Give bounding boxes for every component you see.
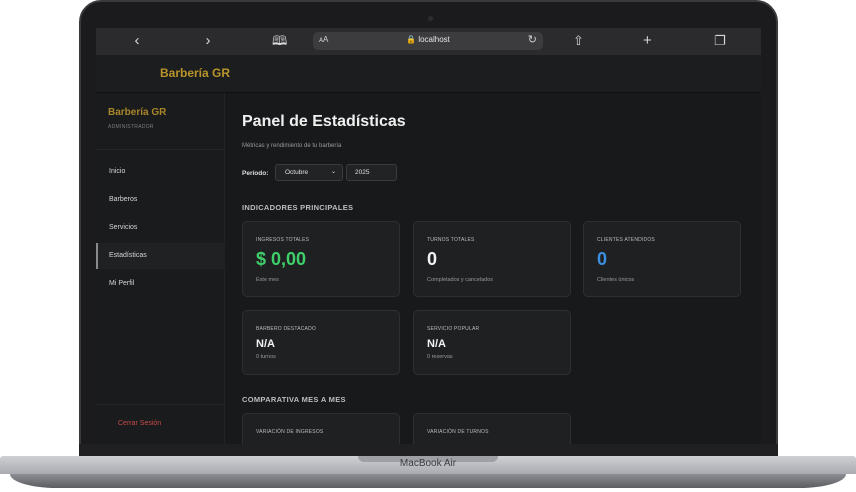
new-tab-icon[interactable]: + — [643, 33, 652, 49]
card-servicio-popular: SERVICIO POPULAR N/A 0 reservas — [413, 310, 571, 375]
forward-icon[interactable]: › — [199, 33, 217, 49]
sidebar-item-barberos[interactable]: Barberos — [96, 187, 225, 213]
section-title-indicators: INDICADORES PRINCIPALES — [242, 203, 354, 212]
card-barbero-destacado: BARBERO DESTACADO N/A 0 turnos — [242, 310, 400, 375]
app-header: Barbería GR — [96, 55, 761, 93]
period-label: Período: — [242, 170, 269, 177]
sidebar-item-estadisticas[interactable]: Estadísticas — [96, 243, 225, 269]
chevron-down-icon: ⌄ — [330, 169, 336, 175]
page-title: Panel de Estadísticas — [242, 113, 406, 130]
model-label: MacBook Air — [399, 458, 457, 469]
back-icon[interactable]: ‹ — [128, 33, 146, 49]
turnos-value: 0 — [427, 249, 438, 269]
url-text: localhost — [418, 35, 450, 44]
year-input[interactable]: 2025 — [346, 164, 397, 181]
main-content: Panel de Estadísticas Métricas y rendimi… — [225, 93, 761, 444]
sidebar-divider — [96, 149, 225, 150]
address-bar[interactable]: ᴀA 🔒 localhost ↻ — [313, 32, 543, 50]
book-icon[interactable]: 🕮 — [272, 33, 287, 49]
camera-dot — [428, 16, 433, 21]
servicio-value: N/A — [427, 338, 446, 350]
browser-toolbar: ‹ › 🕮 ᴀA 🔒 localhost ↻ ⇧ + ❐ — [96, 28, 761, 55]
header-brand[interactable]: Barbería GR — [160, 66, 230, 80]
tabs-icon[interactable]: ❐ — [714, 33, 726, 49]
sidebar-item-mi-perfil[interactable]: Mi Perfil — [96, 271, 225, 297]
barbero-value: N/A — [256, 338, 275, 350]
sidebar-item-servicios[interactable]: Servicios — [96, 215, 225, 241]
ingresos-value: $ 0,00 — [256, 249, 307, 269]
sidebar-item-inicio[interactable]: Inicio — [96, 159, 225, 185]
section-title-comparison: COMPARATIVA MES A MES — [242, 395, 346, 404]
sidebar-role: ADMINISTRADOR — [108, 124, 154, 130]
reload-icon[interactable]: ↻ — [528, 33, 537, 46]
card-clientes-atendidos: CLIENTES ATENDIDOS 0 Clientes únicos — [583, 221, 741, 297]
share-icon[interactable]: ⇧ — [573, 33, 584, 49]
lock-icon: 🔒 — [406, 35, 417, 44]
sidebar-divider-bottom — [96, 404, 225, 405]
sidebar-brand: Barbería GR — [108, 107, 167, 118]
clientes-value: 0 — [597, 249, 608, 269]
card-variacion-ingresos: VARIACIÓN DE INGRESOS — [242, 413, 400, 444]
card-variacion-turnos: VARIACIÓN DE TURNOS — [413, 413, 571, 444]
card-turnos-totales: TURNOS TOTALES 0 Completados y cancelado… — [413, 221, 571, 297]
screen: ‹ › 🕮 ᴀA 🔒 localhost ↻ ⇧ + ❐ Barbería GR… — [96, 28, 761, 444]
sidebar: Barbería GR ADMINISTRADOR Inicio Barbero… — [96, 93, 225, 444]
month-select[interactable]: Octubre ⌄ — [275, 164, 343, 181]
logout-button[interactable]: Cerrar Sesión — [118, 420, 161, 427]
card-ingresos-totales: INGRESOS TOTALES $ 0,00 Este mes — [242, 221, 400, 297]
page-subtitle: Métricas y rendimiento de tu barbería — [242, 143, 342, 149]
